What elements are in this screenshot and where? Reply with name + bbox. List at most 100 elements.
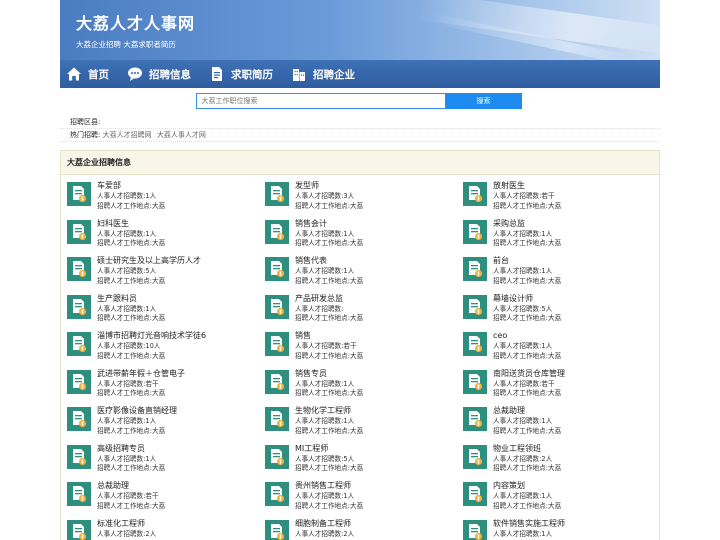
nav-item-resumes[interactable]: 求职简历 (209, 66, 273, 82)
job-item[interactable]: 发型师 人事人才招聘数:3人 招聘人才工作地点:大荔 (265, 180, 463, 218)
job-icon[interactable] (265, 407, 289, 431)
job-item[interactable]: 淄博市招聘灯光音响技术学徒6 人事人才招聘数:10人 招聘人才工作地点:大荔 (67, 330, 265, 368)
search-input[interactable] (195, 93, 446, 109)
job-title[interactable]: 总裁助理 (97, 480, 165, 492)
job-title[interactable]: 生物化学工程师 (295, 405, 363, 417)
job-icon[interactable] (67, 219, 91, 244)
job-title[interactable]: 淄博市招聘灯光音响技术学徒6 (97, 330, 206, 342)
job-icon[interactable] (265, 294, 289, 319)
job-icon[interactable] (463, 482, 487, 506)
job-title[interactable]: 放射医生 (493, 180, 561, 192)
job-item[interactable]: 软件销售实施工程师 人事人才招聘数:1人 (463, 518, 661, 540)
job-item[interactable]: 标准化工程师 人事人才招聘数:2人 (67, 518, 265, 540)
job-item[interactable]: 总裁助理 人事人才招聘数:1人 招聘人才工作地点:大荔 (463, 405, 661, 443)
hot-link[interactable]: 大荔人事人才网 (157, 131, 206, 139)
job-icon[interactable] (67, 519, 91, 540)
job-icon[interactable] (67, 257, 91, 281)
job-icon[interactable] (265, 257, 289, 281)
job-icon[interactable] (463, 369, 487, 394)
job-icon[interactable] (463, 332, 487, 356)
job-title[interactable]: 幕墙设计师 (493, 293, 561, 305)
job-item[interactable]: 细胞制备工程师 人事人才招聘数:2人 (265, 518, 463, 540)
job-title[interactable]: 物业工程领班 (493, 443, 561, 455)
job-icon[interactable] (265, 444, 289, 469)
job-item[interactable]: 放射医生 人事人才招聘数:若干 招聘人才工作地点:大荔 (463, 180, 661, 218)
job-icon[interactable] (463, 294, 487, 319)
job-item[interactable]: 妇科医生 人事人才招聘数:1人 招聘人才工作地点:大荔 (67, 218, 265, 256)
job-icon[interactable] (265, 482, 289, 506)
job-item[interactable]: 生物化学工程师 人事人才招聘数:1人 招聘人才工作地点:大荔 (265, 405, 463, 443)
job-item[interactable]: 高级招聘专员 人事人才招聘数:1人 招聘人才工作地点:大荔 (67, 443, 265, 481)
job-title[interactable]: 高级招聘专员 (97, 443, 165, 455)
job-title[interactable]: 武进带薪年假＋仓管电子 (97, 368, 185, 380)
job-icon[interactable] (265, 182, 289, 206)
job-item[interactable]: 销售代表 人事人才招聘数:1人 招聘人才工作地点:大荔 (265, 255, 463, 293)
job-icon[interactable] (265, 219, 289, 244)
job-item[interactable]: 产品研发总监 人事人才招聘数: 招聘人才工作地点:大荔 (265, 293, 463, 331)
job-icon[interactable] (463, 219, 487, 244)
job-item[interactable]: 物业工程领班 人事人才招聘数:2人 招聘人才工作地点:大荔 (463, 443, 661, 481)
job-item[interactable]: 前台 人事人才招聘数:1人 招聘人才工作地点:大荔 (463, 255, 661, 293)
nav-item-home[interactable]: 首页 (66, 66, 109, 82)
job-icon[interactable] (463, 407, 487, 431)
hot-link[interactable]: 大荔人才招聘网 (103, 131, 152, 139)
job-item[interactable]: 幕墙设计师 人事人才招聘数:5人 招聘人才工作地点:大荔 (463, 293, 661, 331)
job-title[interactable]: ceo (493, 330, 561, 342)
job-icon[interactable] (463, 257, 487, 281)
job-title[interactable]: 南阳送货员仓库管理 (493, 368, 565, 380)
job-item[interactable]: 硕士研究生及以上高学历人才 人事人才招聘数:5人 招聘人才工作地点:大荔 (67, 255, 265, 293)
job-item[interactable]: MI工程师 人事人才招聘数:5人 招聘人才工作地点:大荔 (265, 443, 463, 481)
job-icon[interactable] (463, 444, 487, 469)
job-icon[interactable] (463, 182, 487, 206)
job-item[interactable]: 内容策划 人事人才招聘数:1人 招聘人才工作地点:大荔 (463, 480, 661, 518)
job-title[interactable]: 生产跟料员 (97, 293, 165, 305)
job-icon[interactable] (67, 332, 91, 356)
job-item[interactable]: 生产跟料员 人事人才招聘数:1人 招聘人才工作地点:大荔 (67, 293, 265, 331)
job-item[interactable]: 贵州销售工程师 人事人才招聘数:1人 招聘人才工作地点:大荔 (265, 480, 463, 518)
job-title[interactable]: 车爱部 (97, 180, 165, 192)
job-icon[interactable] (67, 294, 91, 319)
job-title[interactable]: 细胞制备工程师 (295, 518, 354, 530)
job-icon[interactable] (67, 407, 91, 431)
job-location: 招聘人才工作地点:大荔 (97, 239, 166, 247)
job-icon[interactable] (265, 332, 289, 356)
job-item[interactable]: 销售会计 人事人才招聘数:1人 招聘人才工作地点:大荔 (265, 218, 463, 256)
job-item[interactable]: ceo 人事人才招聘数:1人 招聘人才工作地点:大荔 (463, 330, 661, 368)
job-icon[interactable] (67, 182, 91, 206)
job-title[interactable]: 硕士研究生及以上高学历人才 (97, 255, 201, 267)
job-title[interactable]: 软件销售实施工程师 (493, 518, 565, 530)
job-title[interactable]: 销售代表 (295, 255, 363, 267)
job-icon[interactable] (67, 369, 91, 394)
job-title[interactable]: 妇科医生 (97, 218, 165, 230)
job-title[interactable]: 前台 (493, 255, 561, 267)
job-title[interactable]: 销售 (295, 330, 363, 342)
job-icon[interactable] (67, 444, 91, 469)
search-button[interactable]: 搜索 (445, 93, 522, 109)
job-item[interactable]: 医疗影像设备直销经理 人事人才招聘数:1人 招聘人才工作地点:大荔 (67, 405, 265, 443)
job-title[interactable]: 采购总监 (493, 218, 561, 230)
job-icon[interactable] (265, 369, 289, 394)
job-title[interactable]: 标准化工程师 (97, 518, 156, 530)
nav-item-jobs[interactable]: 招聘信息 (127, 66, 191, 82)
job-title[interactable]: 发型师 (295, 180, 363, 192)
job-item[interactable]: 车爱部 人事人才招聘数:1人 招聘人才工作地点:大荔 (67, 180, 265, 218)
job-title[interactable]: 贵州销售工程师 (295, 480, 363, 492)
job-item[interactable]: 武进带薪年假＋仓管电子 人事人才招聘数:若干 招聘人才工作地点:大荔 (67, 368, 265, 406)
nav-item-companies[interactable]: 招聘企业 (291, 66, 355, 82)
job-title[interactable]: 产品研发总监 (295, 293, 363, 305)
job-item[interactable]: 采购总监 人事人才招聘数:1人 招聘人才工作地点:大荔 (463, 218, 661, 256)
job-title[interactable]: 内容策划 (493, 480, 561, 492)
job-item[interactable]: 销售 人事人才招聘数:若干 招聘人才工作地点:大荔 (265, 330, 463, 368)
job-icon[interactable] (67, 482, 91, 506)
job-title[interactable]: 销售专员 (295, 368, 363, 380)
site-title[interactable]: 大荔人才人事网 (76, 10, 195, 34)
job-icon[interactable] (265, 519, 289, 540)
job-icon[interactable] (463, 519, 487, 540)
job-title[interactable]: MI工程师 (295, 443, 363, 455)
job-title[interactable]: 总裁助理 (493, 405, 561, 417)
job-item[interactable]: 南阳送货员仓库管理 人事人才招聘数:若干 招聘人才工作地点:大荔 (463, 368, 661, 406)
job-item[interactable]: 总裁助理 人事人才招聘数:若干 招聘人才工作地点:大荔 (67, 480, 265, 518)
job-title[interactable]: 销售会计 (295, 218, 363, 230)
job-title[interactable]: 医疗影像设备直销经理 (97, 405, 177, 417)
job-item[interactable]: 销售专员 人事人才招聘数:1人 招聘人才工作地点:大荔 (265, 368, 463, 406)
